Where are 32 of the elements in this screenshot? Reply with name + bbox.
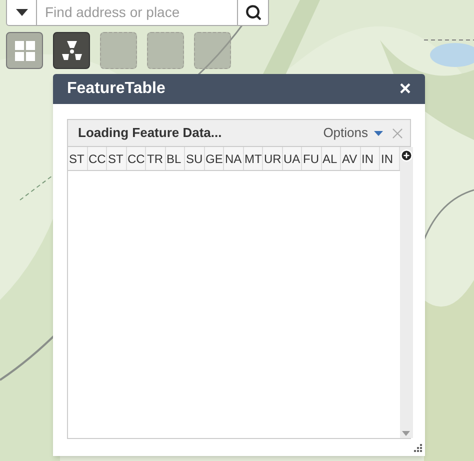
column-header[interactable]: NA — [224, 147, 244, 170]
caret-icon — [16, 9, 28, 16]
column-header[interactable]: UR — [263, 147, 282, 170]
dialog-title: FeatureTable — [67, 79, 166, 99]
search-button[interactable] — [237, 0, 269, 26]
column-header[interactable]: CC — [126, 147, 146, 170]
column-header[interactable]: GE — [204, 147, 224, 170]
column-header[interactable]: FU — [302, 147, 322, 170]
column-header[interactable]: AV — [341, 147, 360, 170]
column-header[interactable]: ST — [107, 147, 126, 170]
options-button[interactable]: Options — [323, 123, 383, 143]
column-header[interactable]: AL — [322, 147, 341, 170]
column-header[interactable]: TR — [146, 147, 166, 170]
column-header[interactable]: ST — [68, 147, 88, 170]
column-header[interactable]: SU — [185, 147, 204, 170]
search-icon — [244, 4, 262, 21]
scroll-down-icon[interactable] — [402, 431, 410, 436]
column-header[interactable]: CC — [88, 147, 107, 170]
resize-grip-icon[interactable] — [414, 444, 422, 452]
column-header[interactable]: UA — [282, 147, 302, 170]
radiation-icon — [60, 40, 82, 62]
tool-button[interactable] — [53, 32, 90, 69]
column-header[interactable]: BL — [166, 147, 185, 170]
grid-icon — [14, 40, 36, 62]
caret-icon — [374, 130, 383, 136]
add-column-icon[interactable] — [400, 149, 412, 162]
column-header[interactable]: IN — [360, 147, 380, 170]
column-header[interactable]: MT — [244, 147, 263, 170]
search-field[interactable]: Find address or place — [37, 0, 237, 26]
close-button[interactable]: × — [399, 79, 411, 99]
dropdown-button[interactable] — [6, 0, 37, 26]
loading-status: Loading Feature Data... — [78, 124, 223, 142]
